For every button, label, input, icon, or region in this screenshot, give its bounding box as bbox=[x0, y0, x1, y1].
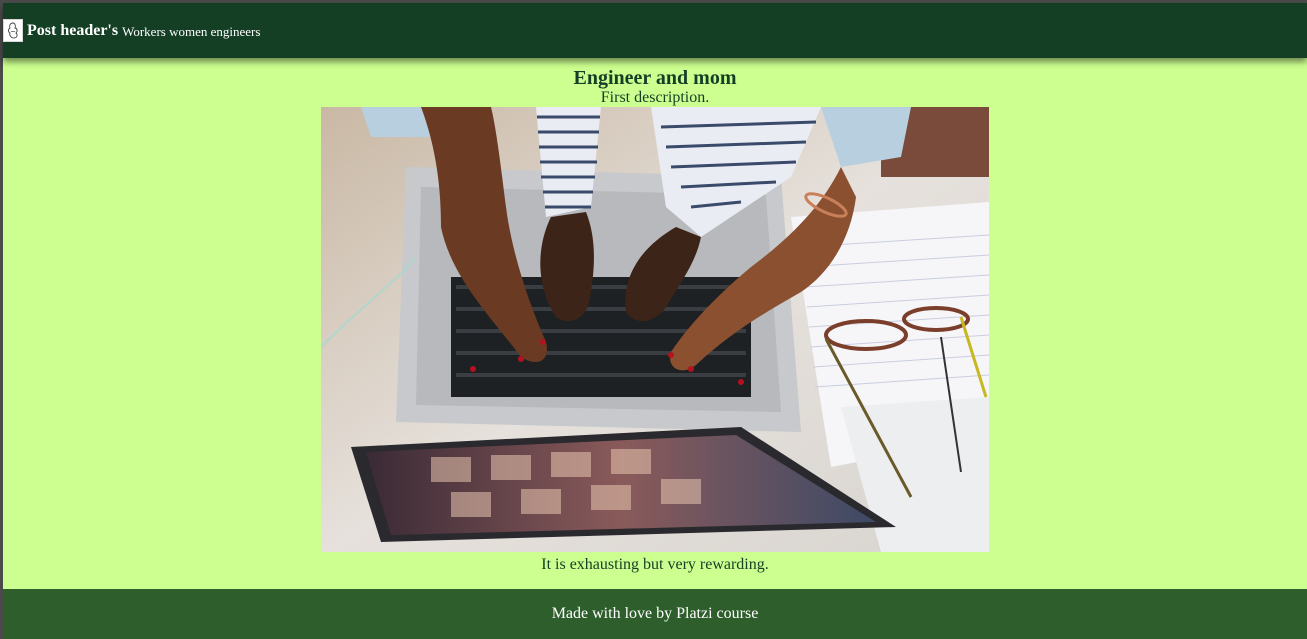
post-caption: It is exhausting but very rewarding. bbox=[541, 556, 769, 573]
post-image bbox=[321, 107, 989, 552]
post-description: First description. bbox=[600, 89, 710, 106]
post-header: Post header's Workers women engineers bbox=[3, 3, 1307, 58]
footer-text: Made with love by Platzi course bbox=[551, 605, 759, 622]
page-frame: Post header's Workers women engineers En… bbox=[3, 3, 1307, 639]
hands-typing-laptop-photo bbox=[321, 107, 989, 552]
woman-silhouette-icon bbox=[3, 19, 23, 42]
post-title: Engineer and mom bbox=[573, 67, 737, 89]
page-footer: Made with love by Platzi course bbox=[3, 589, 1307, 639]
header-subtitle: Workers women engineers bbox=[122, 23, 261, 39]
post-content: Engineer and mom First description. It i… bbox=[3, 58, 1307, 574]
header-title: Post header's bbox=[27, 21, 119, 39]
